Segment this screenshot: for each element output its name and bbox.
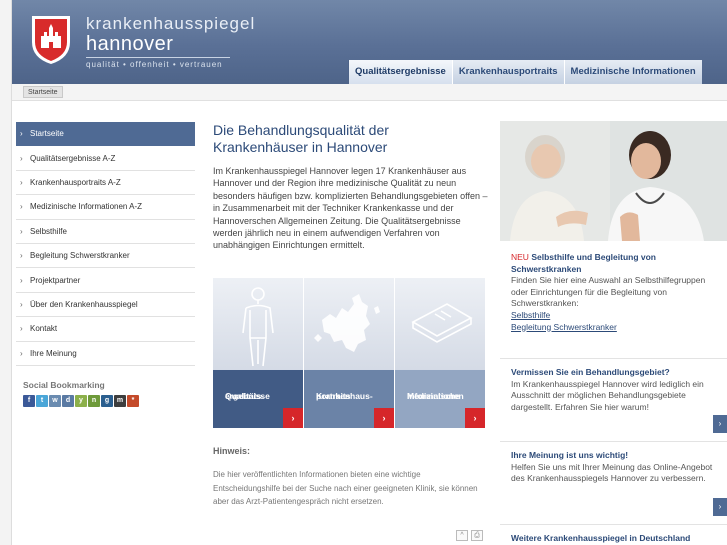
browser-frame-edge (0, 0, 12, 545)
sidebar-item-label: Über den Krankenhausspiegel (30, 299, 138, 309)
sidebar-item-kontakt[interactable]: › Kontakt (16, 317, 195, 342)
sidebar-item-label: Qualitätsergebnisse A-Z (30, 153, 116, 163)
link-selbsthilfe[interactable]: Selbsthilfe (511, 310, 717, 322)
top-navigation: Qualitätsergebnisse Krankenhausportraits… (348, 60, 702, 84)
info-box-title[interactable]: Ihre Meinung ist uns wichtig! (511, 450, 717, 462)
topnav-krankenhausportraits[interactable]: Krankenhausportraits (451, 60, 564, 84)
sidebar-item-ihre-meinung[interactable]: › Ihre Meinung (16, 342, 195, 366)
chevron-right-icon: › (20, 129, 23, 139)
chevron-right-icon: › (20, 251, 23, 261)
digg-icon[interactable]: g (101, 395, 113, 407)
arrow-right-button[interactable]: › (713, 498, 727, 516)
sidebar-item-label: Begleitung Schwerstkranker (30, 251, 130, 261)
sidebar-item-label: Ihre Meinung (30, 348, 77, 358)
brand-divider (86, 57, 230, 58)
hint-text: Die hier veröffentlichten Informationen … (213, 470, 478, 506)
brand-city: hannover (86, 33, 174, 55)
sidebar-item-label: Medizinische Informationen A-Z (30, 202, 143, 212)
chevron-right-icon: › (20, 202, 23, 212)
chevron-right-icon: › (20, 324, 23, 334)
chevron-right-icon: › (20, 177, 23, 187)
sidebar-item-label: Krankenhausportraits A-Z (30, 177, 121, 187)
info-box-title-text: Selbsthilfe und Begleitung von Schwerstk… (511, 252, 656, 274)
info-box-selbsthilfe: NEU Selbsthilfe und Begleitung von Schwe… (500, 244, 727, 342)
brand-tagline: qualität • offenheit • vertrauen (86, 60, 223, 69)
hint-title: Hinweis: (213, 446, 251, 456)
intro-text: Im Krankenhausspiegel Hannover legen 17 … (213, 166, 488, 251)
region-map-icon (314, 294, 380, 352)
yigg-icon[interactable]: y (75, 395, 87, 407)
chevron-right-icon: › (20, 226, 23, 236)
misterwong-icon[interactable]: m (114, 395, 126, 407)
feature-label-line2: ergebnisse (225, 391, 270, 401)
breadcrumb-bar: Startseite (12, 84, 727, 101)
print-icon[interactable]: ⎙ (471, 530, 483, 541)
brand-name: krankenhausspiegel (86, 14, 256, 33)
sidebar-item-label: Startseite (30, 129, 64, 139)
chevron-right-icon: › (20, 153, 23, 163)
chevron-right-icon: › (20, 275, 23, 285)
sidebar-item-selbsthilfe[interactable]: › Selbsthilfe (16, 220, 195, 244)
chevron-right-icon: › (20, 348, 23, 358)
human-body-icon (242, 287, 274, 367)
feature-krankenhausportraits[interactable]: Krankenhaus-portraits › (304, 278, 394, 428)
header: krankenhausspiegel hannover qualität • o… (12, 0, 727, 84)
arrow-right-button[interactable]: › (283, 408, 303, 428)
sidebar-item-krankenhausportraits[interactable]: › Krankenhausportraits A-Z (16, 171, 195, 196)
page-tools: ^ ⎙ (456, 530, 486, 541)
webnews-icon[interactable]: n (88, 395, 100, 407)
mrwong-icon[interactable]: w (49, 395, 61, 407)
info-box-text: Finden Sie hier eine Auswahl an Selbsthi… (511, 275, 706, 309)
info-box-weitere-krankenhausspiegel: Weitere Krankenhausspiegel in Deutschlan… (500, 524, 727, 545)
feature-label-line2: Informationen (407, 391, 464, 401)
info-box-title[interactable]: Vermissen Sie ein Behandlungsgebiet? (511, 367, 717, 379)
bookmark-icon[interactable]: * (127, 395, 139, 407)
sidebar-item-label: Selbsthilfe (30, 226, 67, 236)
sidebar-navigation: › Startseite › Qualitätsergebnisse A-Z › Kr… (16, 122, 195, 366)
feature-label-line2: portraits (316, 391, 351, 401)
feature-qualitaetsergebnisse[interactable]: Qualitäts-ergebnisse › (213, 278, 303, 428)
arrow-right-button[interactable]: › (713, 415, 727, 433)
topnav-qualitaetsergebnisse[interactable]: Qualitätsergebnisse (348, 60, 452, 84)
page-title: Die Behandlungsqualität der Krankenhäuse… (213, 122, 389, 155)
facebook-icon[interactable]: f (23, 395, 35, 407)
info-box-text: Helfen Sie uns mit Ihrer Meinung das Onl… (511, 461, 713, 484)
info-box-behandlungsgebiet: Vermissen Sie ein Behandlungsgebiet? Im … (500, 358, 727, 434)
info-box-title: NEU Selbsthilfe und Begleitung von Schwe… (511, 252, 717, 275)
page: krankenhausspiegel hannover qualität • o… (12, 0, 727, 545)
topnav-medizinische-informationen[interactable]: Medizinische Informationen (563, 60, 702, 84)
doctor-patient-illustration (500, 121, 727, 241)
doctor-patient-photo (500, 121, 727, 241)
feature-medizinische-informationen[interactable]: Medizinische Informationen › (395, 278, 485, 428)
info-box-ihre-meinung: Ihre Meinung ist uns wichtig! Helfen Sie… (500, 441, 727, 521)
sidebar-item-projektpartner[interactable]: › Projektpartner (16, 268, 195, 293)
info-box-title[interactable]: Weitere Krankenhausspiegel in Deutschlan… (511, 533, 717, 545)
scroll-top-icon[interactable]: ^ (456, 530, 468, 541)
social-bookmarking-icons: f t w d y n g m * (23, 395, 140, 407)
arrow-right-button[interactable]: › (465, 408, 485, 428)
sidebar-item-label: Projektpartner (30, 275, 81, 285)
sidebar-item-label: Kontakt (30, 324, 58, 334)
new-badge: NEU (511, 252, 529, 262)
sidebar-item-begleitung-schwerstkranker[interactable]: › Begleitung Schwerstkranker (16, 244, 195, 269)
sidebar-item-qualitaetsergebnisse[interactable]: › Qualitätsergebnisse A-Z (16, 146, 195, 171)
link-begleitung-schwerstkranker[interactable]: Begleitung Schwerstkranker (511, 322, 717, 334)
arrow-right-button[interactable]: › (374, 408, 394, 428)
document-icon (411, 303, 473, 343)
hannover-shield-logo[interactable] (30, 14, 72, 66)
delicious-icon[interactable]: d (62, 395, 74, 407)
twitter-icon[interactable]: t (36, 395, 48, 407)
breadcrumb-startseite[interactable]: Startseite (23, 86, 63, 98)
chevron-right-icon: › (20, 299, 23, 309)
sidebar-item-ueber-den-krankenhausspiegel[interactable]: › Über den Krankenhausspiegel (16, 293, 195, 318)
sidebar-item-startseite[interactable]: › Startseite (16, 122, 195, 147)
social-bookmarking-title: Social Bookmarking (23, 380, 105, 390)
sidebar-item-medizinische-informationen[interactable]: › Medizinische Informationen A-Z (16, 195, 195, 220)
info-box-text: Im Krankenhausspiegel Hannover wird ledi… (511, 378, 704, 412)
